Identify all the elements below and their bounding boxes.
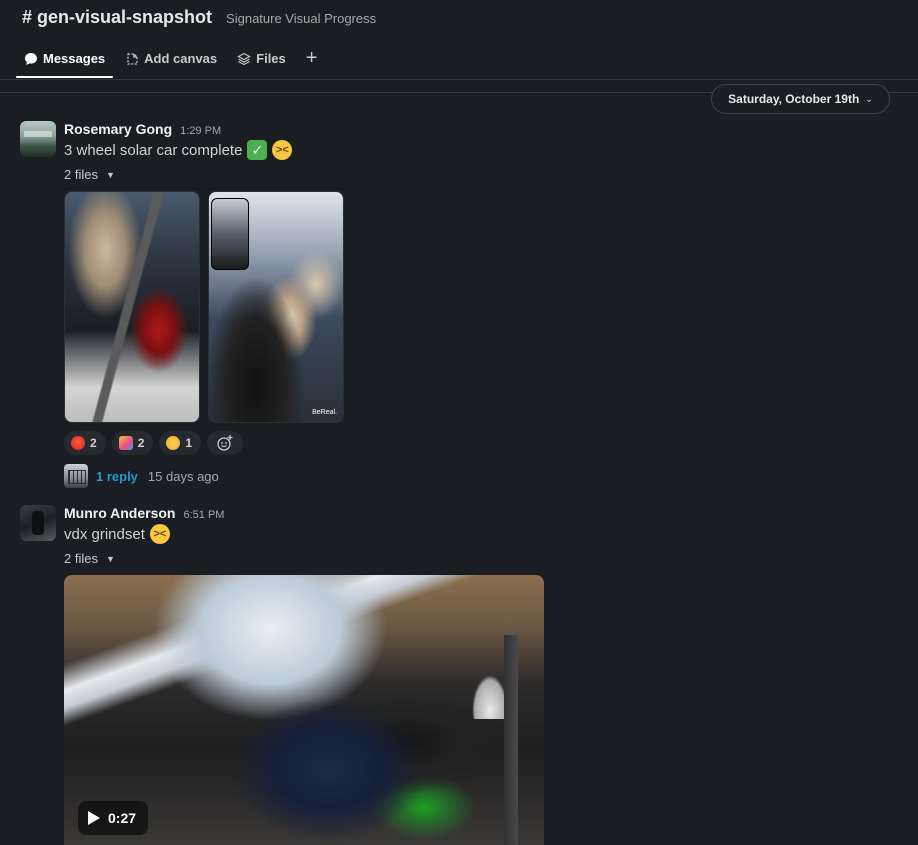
tab-add-canvas-label: Add canvas: [144, 51, 218, 66]
files-stack-icon: [237, 52, 251, 66]
channel-header: # gen-visual-snapshot Signature Visual P…: [0, 0, 918, 80]
play-icon: [88, 811, 100, 825]
avatar[interactable]: [20, 121, 56, 157]
play-button[interactable]: 0:27: [78, 801, 149, 835]
canvas-icon: [127, 53, 138, 65]
message-header: Munro Anderson 6:51 PM: [64, 505, 224, 521]
message-header: Rosemary Gong 1:29 PM: [64, 121, 221, 137]
date-label: Saturday, October 19th: [728, 92, 860, 106]
image-attachment[interactable]: BeReal.: [208, 191, 344, 423]
caret-down-icon: ▼: [105, 553, 115, 564]
reaction-count: 2: [90, 436, 97, 450]
add-emoji-icon: [217, 435, 233, 451]
message-text: 3 wheel solar car complete ✓ ><: [64, 140, 293, 160]
files-count-label: 2 files: [64, 167, 98, 182]
channel-tabs: Messages Add canvas Files +: [16, 44, 329, 78]
face-with-steam-icon: ><: [272, 140, 293, 160]
message-text: vdx grindset ><: [64, 524, 170, 544]
message-body: 3 wheel solar car complete: [64, 141, 243, 159]
add-reaction-button[interactable]: [207, 431, 244, 455]
hot-face-icon: [71, 436, 85, 450]
plus-icon: +: [305, 47, 318, 69]
video-scene-pillar: [504, 635, 518, 845]
message-timestamp[interactable]: 6:51 PM: [183, 509, 224, 521]
sender-name[interactable]: Munro Anderson: [64, 505, 175, 521]
last-reply-time: 15 days ago: [147, 468, 219, 484]
channel-title-row: # gen-visual-snapshot Signature Visual P…: [22, 7, 376, 31]
reply-count-link[interactable]: 1 reply: [96, 469, 138, 484]
check-mark-icon: ✓: [247, 140, 268, 160]
avatar[interactable]: [20, 505, 56, 541]
files-count-label: 2 files: [64, 551, 98, 566]
reaction-count: 2: [137, 436, 145, 450]
video-duration: 0:27: [108, 810, 137, 826]
sender-name[interactable]: Rosemary Gong: [64, 121, 172, 137]
files-toggle[interactable]: 2 files ▼: [64, 167, 115, 182]
reaction-face-with-steam[interactable]: 1: [159, 431, 202, 455]
message-timestamp[interactable]: 1:29 PM: [180, 125, 221, 137]
face-with-steam-icon: ><: [149, 524, 170, 544]
channel-description[interactable]: Signature Visual Progress: [226, 11, 376, 26]
face-with-steam-icon: [166, 436, 181, 450]
reaction-tada[interactable]: 2: [111, 431, 154, 455]
header-divider: [0, 79, 918, 80]
reactions-bar: 2 2 1: [64, 431, 244, 455]
channel-name[interactable]: # gen-visual-snapshot: [22, 7, 212, 28]
reaction-count: 1: [185, 436, 193, 450]
tab-messages[interactable]: Messages: [16, 44, 114, 78]
date-jump-button[interactable]: Saturday, October 19th ⌄: [711, 84, 890, 114]
files-toggle[interactable]: 2 files ▼: [64, 551, 115, 566]
party-popper-icon: [118, 436, 133, 450]
avatar: [64, 464, 88, 488]
caret-down-icon: ▼: [105, 169, 115, 180]
image-attachment[interactable]: [64, 191, 200, 423]
message-bubble-icon: [25, 53, 37, 65]
tab-files-label: Files: [256, 51, 286, 66]
tab-messages-label: Messages: [43, 51, 106, 66]
video-attachment[interactable]: 0:27: [64, 575, 544, 845]
video-scene-lamp: [472, 675, 508, 719]
add-tab-button[interactable]: +: [298, 44, 326, 78]
inset-photo: [211, 198, 249, 270]
reaction-hot-face[interactable]: 2: [64, 431, 106, 455]
thread-summary[interactable]: 1 reply 15 days ago: [64, 464, 219, 488]
tab-files[interactable]: Files: [229, 44, 294, 78]
chevron-down-icon: ⌄: [865, 93, 873, 104]
bereal-watermark: BeReal.: [312, 409, 337, 416]
tab-add-canvas[interactable]: Add canvas: [117, 44, 225, 78]
message-body: vdx grindset: [64, 525, 145, 543]
